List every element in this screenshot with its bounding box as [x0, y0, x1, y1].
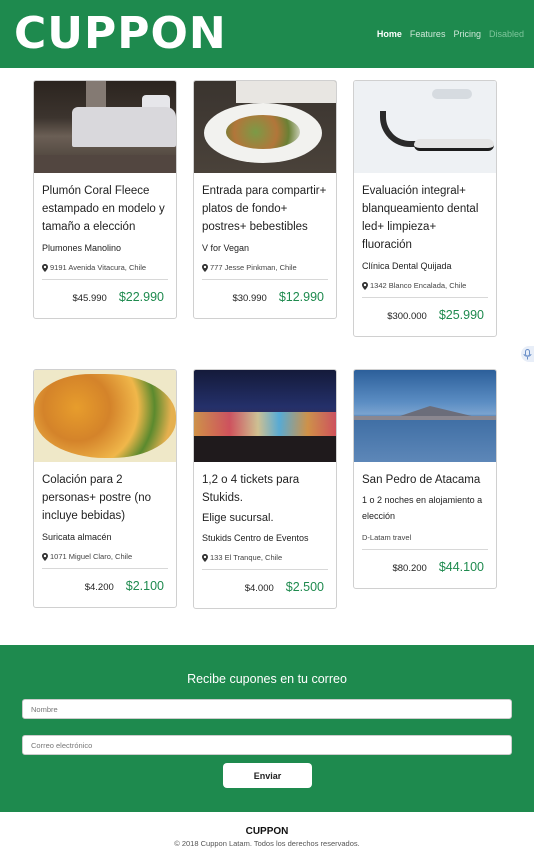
original-price: $300.000	[387, 311, 427, 322]
deal-card[interactable]: Plumón Coral Fleece estampado en modelo …	[33, 80, 177, 319]
deal-title[interactable]: 1,2 o 4 tickets para Stukids.	[202, 471, 328, 507]
deal-title[interactable]: Entrada para compartir+ platos de fondo+…	[202, 182, 328, 236]
deal-provider: D-Latam travel	[362, 533, 412, 542]
deal-image[interactable]	[354, 81, 496, 173]
deal-card[interactable]: Evaluación integral+ blanqueamiento dent…	[353, 80, 497, 337]
deal-prices: $80.200 $44.100	[354, 550, 496, 588]
deal-title[interactable]: Plumón Coral Fleece estampado en modelo …	[42, 182, 168, 236]
map-pin-icon	[42, 552, 48, 561]
deal-merchant: Plumones Manolino	[42, 243, 122, 253]
deal-image[interactable]	[354, 370, 496, 462]
deal-card[interactable]: Entrada para compartir+ platos de fondo+…	[193, 80, 337, 319]
footer-copyright: © 2018 Cuppon Latam. Todos los derechos …	[174, 839, 360, 848]
accessibility-tab-button[interactable]	[521, 346, 534, 362]
map-pin-icon	[202, 553, 208, 562]
deal-prices: $30.990 $12.990	[194, 280, 336, 318]
deal-address: 133 El Tranque, Chile	[202, 553, 328, 562]
deal-address: 9191 Avenida Vitacura, Chile	[42, 263, 168, 272]
deal-card[interactable]: San Pedro de Atacama 1 o 2 noches en alo…	[353, 369, 497, 589]
microphone-icon	[523, 348, 532, 359]
deal-description: 1 o 2 noches en alojamiento a elección	[362, 495, 483, 521]
discount-price: $12.990	[278, 290, 324, 304]
deal-title[interactable]: San Pedro de Atacama	[362, 471, 488, 489]
nav-pricing-link[interactable]: Pricing	[453, 29, 481, 39]
deal-image[interactable]	[34, 370, 176, 462]
discount-price: $22.990	[118, 290, 164, 304]
deal-card[interactable]: 1,2 o 4 tickets para Stukids. Elige sucu…	[193, 369, 337, 609]
deal-prices: $300.000 $25.990	[354, 298, 496, 336]
deal-merchant: Suricata almacén	[42, 532, 112, 542]
deal-prices: $4.200 $2.100	[34, 569, 176, 607]
deal-address-text: 1342 Blanco Encalada, Chile	[370, 281, 467, 290]
map-pin-icon	[42, 263, 48, 272]
deal-title[interactable]: Colación para 2 personas+ postre (no inc…	[42, 471, 168, 525]
discount-price: $44.100	[438, 560, 484, 574]
newsletter-title: Recibe cupones en tu correo	[187, 672, 347, 686]
deal-prices: $45.990 $22.990	[34, 280, 176, 318]
deal-address: 1071 Miguel Claro, Chile	[42, 552, 168, 561]
top-navbar: CUPPON Home Features Pricing Disabled	[0, 0, 534, 68]
deal-title[interactable]: Evaluación integral+ blanqueamiento dent…	[362, 182, 488, 254]
original-price: $30.990	[232, 293, 267, 304]
original-price: $80.200	[392, 563, 427, 574]
nav-disabled-link: Disabled	[488, 29, 524, 39]
deal-address: 777 Jesse Pinkman, Chile	[202, 263, 328, 272]
discount-price: $2.500	[285, 580, 324, 594]
nav-home-link[interactable]: Home	[377, 29, 402, 39]
main-nav: Home Features Pricing Disabled	[377, 29, 524, 39]
deal-address-text: 133 El Tranque, Chile	[210, 553, 283, 562]
deal-merchant: V for Vegan	[202, 243, 250, 253]
footer-brand: CUPPON	[245, 826, 289, 837]
newsletter-section: Recibe cupones en tu correo Enviar	[0, 645, 534, 812]
deal-prices: $4.000 $2.500	[194, 570, 336, 608]
map-pin-icon	[362, 281, 368, 290]
submit-button[interactable]: Enviar	[223, 763, 312, 788]
original-price: $4.000	[244, 583, 274, 594]
deal-address-text: 777 Jesse Pinkman, Chile	[210, 263, 297, 272]
original-price: $4.200	[84, 582, 114, 593]
deal-address-text: 9191 Avenida Vitacura, Chile	[50, 263, 147, 272]
deal-subtitle: Elige sucursal.	[202, 512, 274, 524]
email-input[interactable]	[22, 735, 512, 755]
deal-merchant: Stukids Centro de Eventos	[202, 533, 309, 543]
deal-image[interactable]	[194, 370, 336, 462]
deal-card[interactable]: Colación para 2 personas+ postre (no inc…	[33, 369, 177, 608]
discount-price: $2.100	[125, 579, 164, 593]
name-input[interactable]	[22, 699, 512, 719]
brand-logo[interactable]: CUPPON	[14, 6, 227, 62]
map-pin-icon	[202, 263, 208, 272]
original-price: $45.990	[72, 293, 107, 304]
deal-image[interactable]	[194, 81, 336, 173]
deal-image[interactable]	[34, 81, 176, 173]
nav-features-link[interactable]: Features	[410, 29, 446, 39]
deal-address: 1342 Blanco Encalada, Chile	[362, 281, 488, 290]
deal-address-text: 1071 Miguel Claro, Chile	[50, 552, 133, 561]
discount-price: $25.990	[438, 308, 484, 322]
deal-merchant: Clínica Dental Quijada	[362, 261, 452, 271]
